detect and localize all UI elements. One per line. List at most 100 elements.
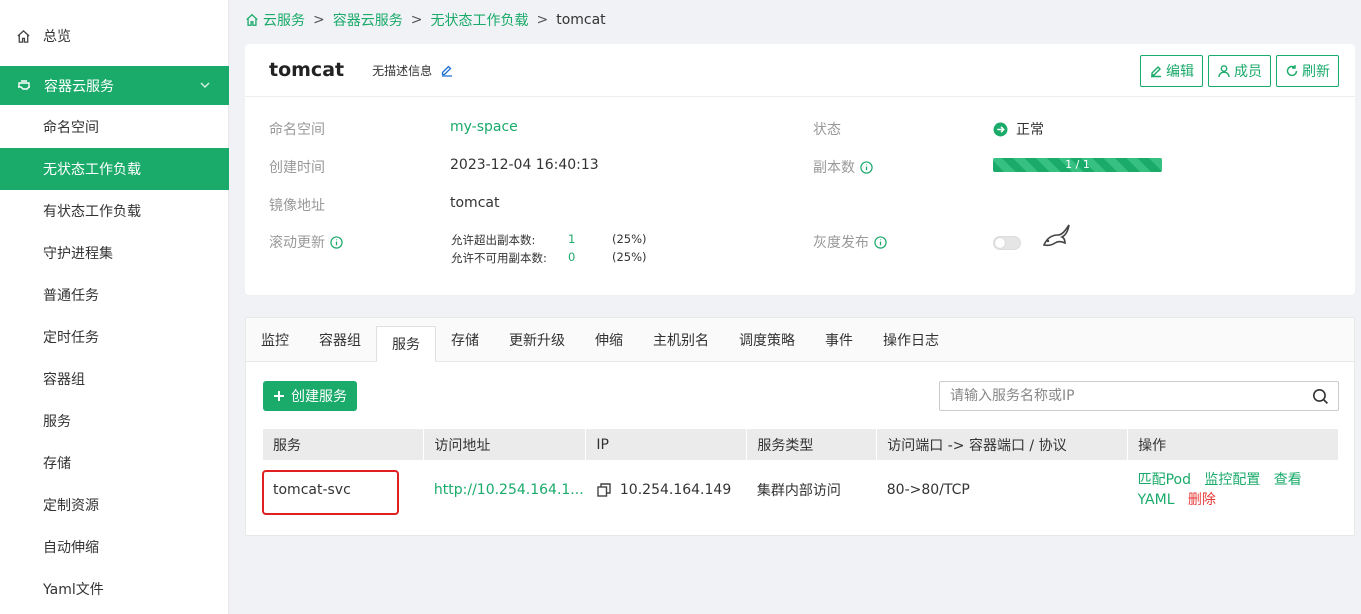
max-unavailable-percent: (25%) <box>612 250 647 264</box>
tab[interactable]: 事件 <box>810 318 868 361</box>
created-time-label: 创建时间 <box>269 160 325 176</box>
breadcrumb-stateless[interactable]: 无状态工作负载 <box>430 10 528 30</box>
cloud-service-icon <box>16 78 32 94</box>
max-surge-value: 1 <box>568 232 576 246</box>
max-surge-label: 允许超出副本数: <box>451 233 536 247</box>
sidebar-group-label: 容器云服务 <box>44 78 114 95</box>
service-search <box>939 381 1339 411</box>
replicas-label: 副本数 <box>813 157 873 177</box>
copy-icon[interactable] <box>596 482 612 498</box>
info-icon[interactable] <box>874 235 887 249</box>
info-icon[interactable] <box>330 235 343 249</box>
tab[interactable]: 容器组 <box>304 318 376 361</box>
sidebar: 总览 容器云服务 命名空间无状态工作负载有状态工作负载守护进程集普通任务定时任务… <box>0 0 229 614</box>
members-button[interactable]: 成员 <box>1208 55 1271 87</box>
edit-button-label: 编辑 <box>1166 64 1194 80</box>
table-header-row: 服务 访问地址 IP 服务类型 访问端口 -> 容器端口 / 协议 操作 <box>263 429 1339 460</box>
chevron-down-icon <box>199 79 211 95</box>
service-actions: 匹配Pod 监控配置 查看 YAML 删除 <box>1128 460 1339 520</box>
services-table: 服务 访问地址 IP 服务类型 访问端口 -> 容器端口 / 协议 操作 tom… <box>263 429 1339 520</box>
sidebar-item-label: 总览 <box>43 29 71 45</box>
sidebar-item-label: 定制资源 <box>43 498 99 514</box>
column-header: 服务类型 <box>746 429 878 460</box>
sidebar-item-label: 服务 <box>43 414 71 430</box>
column-header: 操作 <box>1127 429 1339 460</box>
sidebar-item-label: 无状态工作负载 <box>43 162 141 178</box>
sidebar-item[interactable]: 自动伸缩 <box>0 526 229 568</box>
rolling-update-label: 滚动更新 <box>269 232 343 252</box>
breadcrumb-current: tomcat <box>556 12 606 28</box>
sidebar-item[interactable]: 容器组 <box>0 358 229 400</box>
user-icon <box>1217 64 1231 78</box>
sidebar-item-label: 命名空间 <box>43 120 99 136</box>
service-address-link[interactable]: http://10.254.164.1... <box>434 482 584 498</box>
tab[interactable]: 存储 <box>436 318 494 361</box>
sidebar-item-label: 守护进程集 <box>43 246 113 262</box>
search-input[interactable] <box>940 382 1300 410</box>
status-label: 状态 <box>813 122 841 138</box>
sidebar-item[interactable]: 存储 <box>0 442 229 484</box>
monitor-config-link[interactable]: 监控配置 <box>1204 472 1260 488</box>
column-header: 服务 <box>263 429 425 460</box>
breadcrumb-separator: > <box>313 12 325 28</box>
sidebar-group-container-cloud[interactable]: 容器云服务 <box>0 66 229 105</box>
sidebar-item[interactable]: Yaml文件 <box>0 568 229 610</box>
sidebar-item[interactable]: 无状态工作负载 <box>0 148 229 190</box>
max-unavailable-label: 允许不可用副本数: <box>451 251 547 265</box>
sidebar-item[interactable]: 有状态工作负载 <box>0 190 229 232</box>
table-row: tomcat-svc http://10.254.164.1... 10.254… <box>263 460 1339 520</box>
sidebar-item[interactable]: 定时任务 <box>0 316 229 358</box>
tab[interactable]: 伸缩 <box>580 318 638 361</box>
refresh-button[interactable]: 刷新 <box>1276 55 1339 87</box>
edit-description-icon[interactable] <box>440 63 454 77</box>
namespace-value[interactable]: my-space <box>450 119 518 135</box>
breadcrumb-separator: > <box>410 12 423 28</box>
members-button-label: 成员 <box>1234 64 1262 80</box>
highlight-box <box>262 470 399 515</box>
column-header: 访问端口 -> 容器端口 / 协议 <box>876 429 1129 460</box>
create-service-button[interactable]: 创建服务 <box>263 381 357 411</box>
sidebar-list: 命名空间无状态工作负载有状态工作负载守护进程集普通任务定时任务容器组服务存储定制… <box>0 106 229 610</box>
sidebar-item-label: 容器组 <box>43 372 85 388</box>
search-icon[interactable] <box>1312 388 1329 409</box>
image-label: 镜像地址 <box>269 198 325 214</box>
breadcrumb-cloud[interactable]: 云服务 <box>263 10 305 30</box>
tab[interactable]: 更新升级 <box>494 318 580 361</box>
replicas-progress-bar: 1 / 1 <box>993 158 1162 172</box>
delete-link[interactable]: 删除 <box>1188 492 1216 508</box>
canary-toggle[interactable] <box>993 236 1021 250</box>
tab[interactable]: 主机别名 <box>638 318 724 361</box>
sidebar-item-overview[interactable]: 总览 <box>0 0 228 72</box>
replicas-text: 副本数 <box>813 160 855 176</box>
breadcrumb: 云服务 > 容器云服务 > 无状态工作负载 > tomcat <box>245 10 606 30</box>
max-surge-percent: (25%) <box>612 232 647 246</box>
sidebar-item[interactable]: 定制资源 <box>0 484 229 526</box>
description-text: 无描述信息 <box>372 63 433 78</box>
edit-button[interactable]: 编辑 <box>1140 55 1203 87</box>
sidebar-item[interactable]: 命名空间 <box>0 106 229 148</box>
sidebar-item-label: 自动伸缩 <box>43 540 99 556</box>
breadcrumb-separator: > <box>536 12 549 28</box>
tab[interactable]: 监控 <box>246 318 304 361</box>
tab[interactable]: 服务 <box>376 326 436 362</box>
sidebar-item[interactable]: 守护进程集 <box>0 232 229 274</box>
sidebar-item-label: 普通任务 <box>43 288 99 304</box>
match-pod-link[interactable]: 匹配Pod <box>1138 472 1191 488</box>
status-value: 正常 <box>1016 122 1044 138</box>
info-icon[interactable] <box>860 160 873 174</box>
rolling-update-text: 滚动更新 <box>269 235 325 251</box>
max-unavailable-value: 0 <box>568 250 576 264</box>
column-header: 访问地址 <box>423 429 587 460</box>
canary-text: 灰度发布 <box>813 235 869 251</box>
create-service-label: 创建服务 <box>291 389 347 405</box>
breadcrumb-container-cloud[interactable]: 容器云服务 <box>333 10 403 30</box>
refresh-button-label: 刷新 <box>1302 64 1330 80</box>
tab-bar: 监控 容器组 服务 存储 更新升级 伸缩 主机别名 调度策略 事件 操作日志 <box>246 318 1354 362</box>
tab[interactable]: 操作日志 <box>868 318 954 361</box>
sidebar-item[interactable]: 普通任务 <box>0 274 229 316</box>
sidebar-item[interactable]: 服务 <box>0 400 229 442</box>
service-type: 集群内部访问 <box>756 483 841 499</box>
check-circle-icon <box>993 122 1008 137</box>
tab[interactable]: 调度策略 <box>724 318 810 361</box>
namespace-label: 命名空间 <box>269 122 325 138</box>
